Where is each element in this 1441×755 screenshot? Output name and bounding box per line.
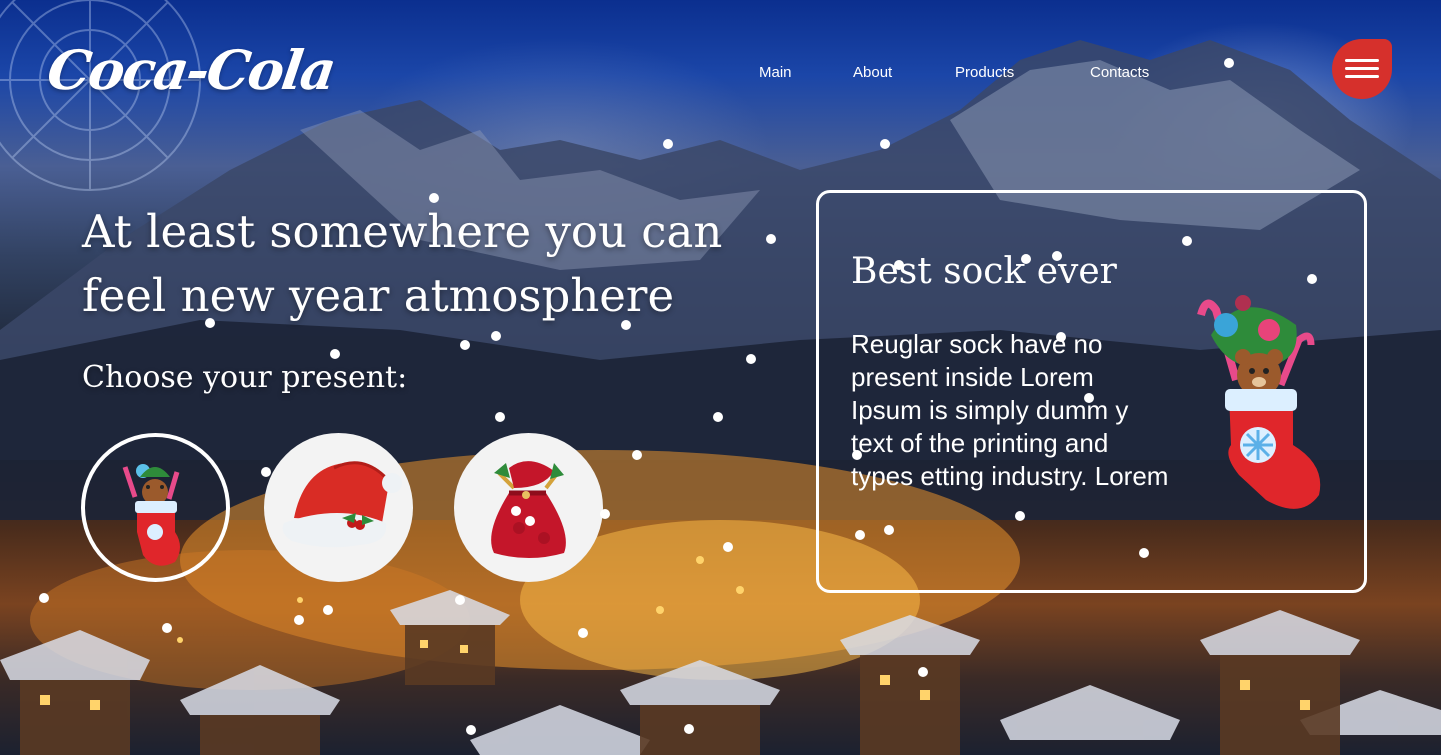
gift-bag-icon — [491, 461, 566, 558]
hamburger-icon-bar — [1345, 67, 1379, 70]
site-header: Coca-Cola Main About Products Contacts — [0, 0, 1441, 120]
present-santa-hat[interactable] — [264, 433, 413, 582]
nav-about[interactable]: About — [853, 64, 892, 81]
santa-hat-icon — [282, 461, 402, 548]
stocking-with-bear-icon — [1197, 295, 1321, 509]
nav-contacts[interactable]: Contacts — [1090, 64, 1149, 81]
hamburger-icon — [1345, 59, 1379, 62]
nav-main[interactable]: Main — [759, 64, 792, 81]
choose-present-label: Choose your present: — [82, 360, 408, 395]
card-title: Best sock ever — [851, 251, 1117, 292]
hero-title: At least somewhere you can feel new year… — [82, 205, 723, 322]
hamburger-menu-button[interactable] — [1332, 39, 1392, 99]
present-gift-bag[interactable] — [454, 433, 603, 582]
present-sock[interactable] — [81, 433, 230, 582]
product-card: Best sock ever Reuglar sock have no pres… — [816, 190, 1367, 593]
nav-products[interactable]: Products — [955, 64, 1014, 81]
card-description: Reuglar sock have no present inside Lore… — [851, 329, 1169, 491]
hamburger-icon-bar — [1345, 75, 1379, 78]
coca-cola-logo[interactable]: Coca-Cola — [44, 38, 339, 102]
stocking-icon — [122, 464, 180, 566]
